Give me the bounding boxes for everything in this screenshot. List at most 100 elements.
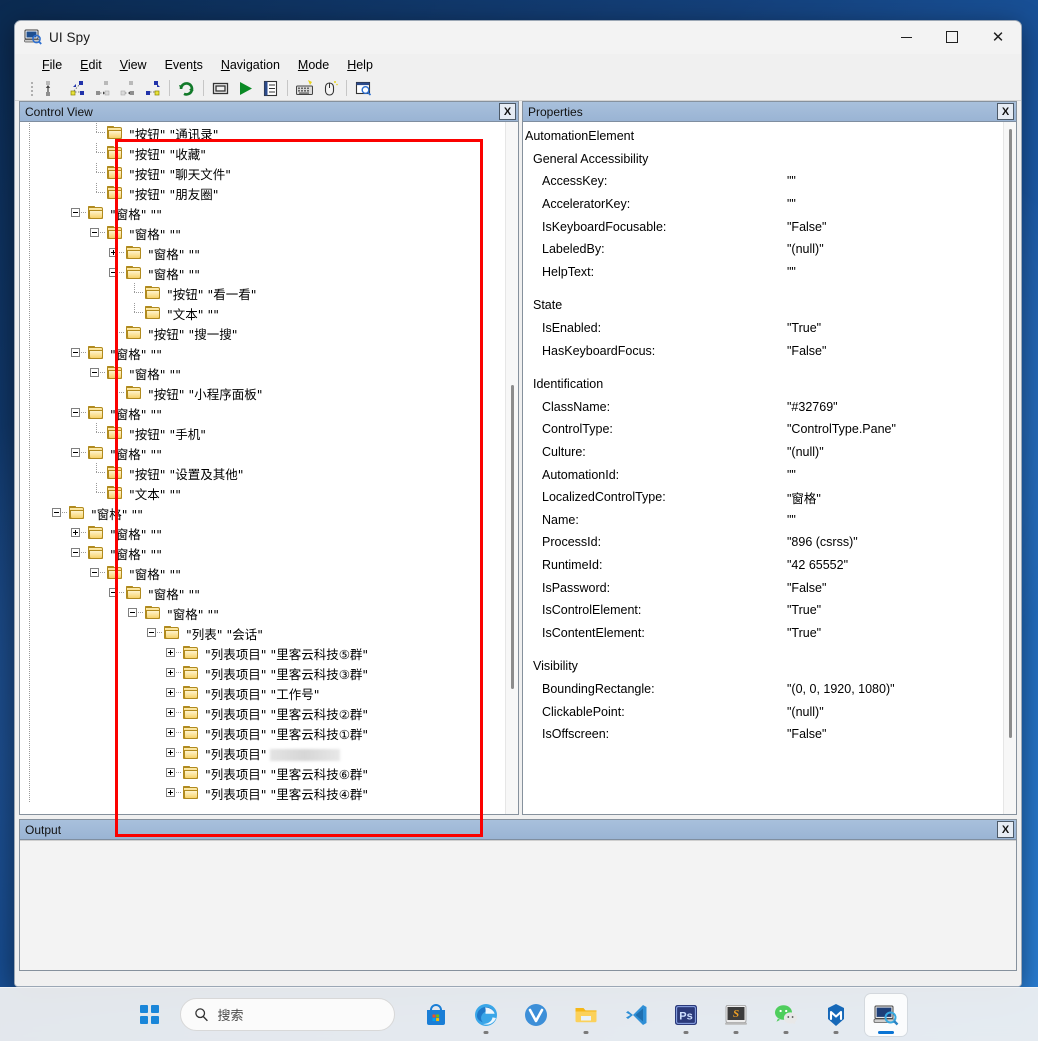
tree-collapse-button[interactable] bbox=[68, 443, 87, 463]
tree-row[interactable]: "列表项目" "里客云科技⑥群" bbox=[20, 763, 505, 783]
refresh-icon[interactable] bbox=[175, 78, 198, 99]
taskbar-app-wechat[interactable] bbox=[765, 994, 807, 1036]
taskbar-app-vivaldi[interactable] bbox=[515, 994, 557, 1036]
tree-expand-button[interactable] bbox=[163, 783, 182, 803]
output-close-button[interactable]: X bbox=[997, 821, 1014, 838]
tree-row[interactable]: "窗格" "" bbox=[20, 363, 505, 383]
tree-expand-button[interactable] bbox=[163, 643, 182, 663]
output-text[interactable] bbox=[20, 840, 1016, 970]
tree-row[interactable]: "按钮" "聊天文件" bbox=[20, 163, 505, 183]
navigate-first-child-icon[interactable] bbox=[91, 78, 114, 99]
property-row[interactable]: IsPassword:"False" bbox=[523, 576, 1003, 599]
tree-row[interactable]: "按钮" "设置及其他" bbox=[20, 463, 505, 483]
property-row[interactable]: IsKeyboardFocusable:"False" bbox=[523, 215, 1003, 238]
tree-expand-button[interactable] bbox=[163, 663, 182, 683]
tree-row[interactable]: "窗格" "" bbox=[20, 203, 505, 223]
start-button[interactable] bbox=[130, 995, 170, 1035]
control-view-scrollbar[interactable] bbox=[505, 122, 518, 814]
tree-row[interactable]: "按钮" "手机" bbox=[20, 423, 505, 443]
menu-mode[interactable]: Mode bbox=[289, 57, 338, 73]
tree-row[interactable]: "窗格" "" bbox=[20, 243, 505, 263]
taskbar-search-box[interactable]: 搜索 bbox=[180, 998, 395, 1031]
tree-row[interactable]: "按钮" "看一看" bbox=[20, 283, 505, 303]
tree-row[interactable]: "文本" "" bbox=[20, 303, 505, 323]
properties-scrollbar[interactable] bbox=[1003, 122, 1016, 814]
property-row[interactable]: Culture:"(null)" bbox=[523, 441, 1003, 464]
control-view-scroll-thumb[interactable] bbox=[511, 385, 514, 689]
property-row[interactable]: ControlType:"ControlType.Pane" bbox=[523, 418, 1003, 441]
property-row[interactable]: LabeledBy:"(null)" bbox=[523, 238, 1003, 261]
menu-edit[interactable]: Edit bbox=[71, 57, 111, 73]
property-row[interactable]: LocalizedControlType:"窗格" bbox=[523, 486, 1003, 509]
tree-row[interactable]: "窗格" "" bbox=[20, 563, 505, 583]
tree-collapse-button[interactable] bbox=[68, 343, 87, 363]
tree-row[interactable]: "窗格" "" bbox=[20, 543, 505, 563]
tree-expand-button[interactable] bbox=[106, 243, 125, 263]
properties-list[interactable]: AutomationElementGeneral AccessibilityAc… bbox=[523, 122, 1003, 814]
tree-row[interactable]: "按钮" "小程序面板" bbox=[20, 383, 505, 403]
tree-row[interactable]: "列表项目" "里客云科技②群" bbox=[20, 703, 505, 723]
property-row[interactable]: AccessKey:"" bbox=[523, 170, 1003, 193]
property-row[interactable]: ClickablePoint:"(null)" bbox=[523, 700, 1003, 723]
property-row[interactable]: ProcessId:"896 (csrss)" bbox=[523, 531, 1003, 554]
control-view-close-button[interactable]: X bbox=[499, 103, 516, 120]
menu-file[interactable]: File bbox=[33, 57, 71, 73]
tree-row[interactable]: "列表" "会话" bbox=[20, 623, 505, 643]
tree-row[interactable]: "窗格" "" bbox=[20, 523, 505, 543]
close-button[interactable]: ✕ bbox=[975, 21, 1021, 54]
property-row[interactable]: HelpText:"" bbox=[523, 261, 1003, 284]
tree-row[interactable]: "窗格" "" bbox=[20, 223, 505, 243]
tree-collapse-button[interactable] bbox=[68, 203, 87, 223]
tree-collapse-button[interactable] bbox=[49, 503, 68, 523]
tree-collapse-button[interactable] bbox=[125, 603, 144, 623]
taskbar-app-file-explorer[interactable] bbox=[565, 994, 607, 1036]
tree-row[interactable]: "文本" "" bbox=[20, 483, 505, 503]
properties-list-icon[interactable] bbox=[259, 78, 282, 99]
tree-row[interactable]: "窗格" "" bbox=[20, 403, 505, 423]
tree-row[interactable]: "列表项目" "工作号" bbox=[20, 683, 505, 703]
property-row[interactable]: IsContentElement:"True" bbox=[523, 621, 1003, 644]
tree-expand-button[interactable] bbox=[163, 763, 182, 783]
property-row[interactable]: ClassName:"#32769" bbox=[523, 396, 1003, 419]
tree-collapse-button[interactable] bbox=[68, 543, 87, 563]
tree-row[interactable]: "按钮" "收藏" bbox=[20, 143, 505, 163]
tree-row[interactable]: "窗格" "" bbox=[20, 583, 505, 603]
tree-row[interactable]: "窗格" "" bbox=[20, 503, 505, 523]
property-row[interactable]: IsOffscreen:"False" bbox=[523, 723, 1003, 746]
property-row[interactable]: RuntimeId:"42 65552" bbox=[523, 554, 1003, 577]
toolbar-grip[interactable] bbox=[29, 80, 36, 96]
control-tree[interactable]: "按钮" "通讯录""按钮" "收藏""按钮" "聊天文件""按钮" "朋友圈"… bbox=[20, 122, 505, 814]
tree-row[interactable]: "按钮" "朋友圈" bbox=[20, 183, 505, 203]
tree-collapse-button[interactable] bbox=[87, 563, 106, 583]
tree-expand-button[interactable] bbox=[163, 743, 182, 763]
tree-expand-button[interactable] bbox=[163, 703, 182, 723]
find-window-icon[interactable] bbox=[352, 78, 375, 99]
taskbar-app-photoshop[interactable]: Ps bbox=[665, 994, 707, 1036]
tree-row[interactable]: "列表项目" "里客云科技⑤群" bbox=[20, 643, 505, 663]
tree-row[interactable]: "按钮" "通讯录" bbox=[20, 123, 505, 143]
property-row[interactable]: AutomationId:"" bbox=[523, 463, 1003, 486]
menu-view[interactable]: View bbox=[111, 57, 156, 73]
highlight-rect-icon[interactable] bbox=[209, 78, 232, 99]
taskbar-app-ui-spy[interactable] bbox=[865, 994, 907, 1036]
menu-events[interactable]: Events bbox=[156, 57, 212, 73]
property-row[interactable]: HasKeyboardFocus:"False" bbox=[523, 339, 1003, 362]
tree-row[interactable]: "列表项目" "里客云科技③群" bbox=[20, 663, 505, 683]
property-row[interactable]: AcceleratorKey:"" bbox=[523, 193, 1003, 216]
navigate-last-child-icon[interactable] bbox=[116, 78, 139, 99]
menu-help[interactable]: Help bbox=[338, 57, 382, 73]
tree-collapse-button[interactable] bbox=[87, 223, 106, 243]
run-icon[interactable] bbox=[234, 78, 257, 99]
navigate-previous-sibling-icon[interactable] bbox=[66, 78, 89, 99]
property-row[interactable]: BoundingRectangle:"(0, 0, 1920, 1080)" bbox=[523, 678, 1003, 701]
tree-collapse-button[interactable] bbox=[144, 623, 163, 643]
maximize-button[interactable] bbox=[929, 21, 975, 54]
taskbar-app-sublime-text[interactable]: S bbox=[715, 994, 757, 1036]
tree-collapse-button[interactable] bbox=[106, 583, 125, 603]
tree-collapse-button[interactable] bbox=[106, 263, 125, 283]
minimize-button[interactable] bbox=[883, 21, 929, 54]
menu-navigation[interactable]: Navigation bbox=[212, 57, 289, 73]
mouse-hover-icon[interactable] bbox=[318, 78, 341, 99]
tree-collapse-button[interactable] bbox=[68, 403, 87, 423]
tree-expand-button[interactable] bbox=[163, 683, 182, 703]
